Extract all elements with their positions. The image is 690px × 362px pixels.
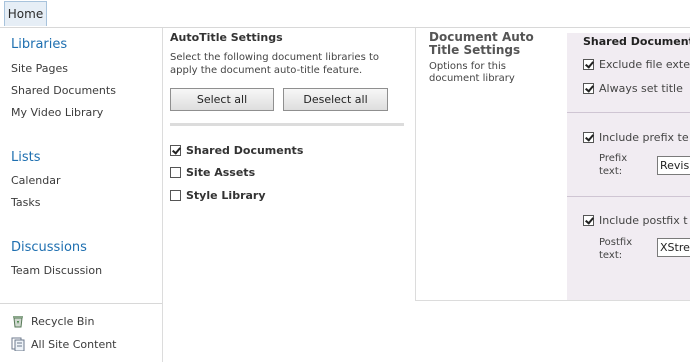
recycle-bin-icon [13, 316, 23, 328]
label-site-assets: Site Assets [186, 166, 256, 179]
autotitle-title: AutoTitle Settings [170, 31, 283, 44]
nav-heading-discussions[interactable]: Discussions [11, 240, 87, 255]
checkbox-shared-documents[interactable] [170, 145, 181, 156]
label-shared-documents: Shared Documents [186, 144, 304, 157]
nav-item-shared-documents[interactable]: Shared Documents [11, 84, 116, 97]
prefix-text-label: Prefix text: [599, 153, 628, 177]
nav-item-tasks[interactable]: Tasks [11, 196, 40, 209]
doc-auto-title-heading: Document Auto Title Settings [429, 30, 534, 57]
horizontal-divider [415, 300, 690, 301]
left-navigation: Libraries Site Pages Shared Documents My… [0, 28, 163, 362]
select-all-button[interactable]: Select all [170, 88, 274, 111]
checkbox-style-library[interactable] [170, 190, 181, 201]
panel-divider [567, 112, 690, 113]
checkbox-site-assets[interactable] [170, 167, 181, 178]
panel-divider [567, 196, 690, 197]
checkbox-include-prefix[interactable] [583, 132, 594, 143]
section-divider [170, 123, 404, 126]
panel-title: Shared Documents [583, 35, 690, 48]
checkbox-exclude-extension[interactable] [583, 59, 594, 70]
library-settings-panel: Shared Documents Exclude file exte Alway… [567, 33, 690, 300]
label-always-set-title: Always set title [599, 82, 683, 95]
vertical-divider [415, 28, 416, 300]
top-ribbon: Home [0, 0, 690, 28]
nav-heading-libraries[interactable]: Libraries [11, 37, 67, 52]
checkbox-always-set-title[interactable] [583, 83, 594, 94]
nav-item-site-pages[interactable]: Site Pages [11, 62, 68, 75]
postfix-text-label: Postfix text: [599, 237, 633, 261]
nav-heading-lists[interactable]: Lists [11, 150, 41, 165]
nav-item-calendar[interactable]: Calendar [11, 174, 60, 187]
label-style-library: Style Library [186, 189, 266, 202]
label-include-prefix: Include prefix te [599, 131, 689, 144]
checkbox-include-postfix[interactable] [583, 215, 594, 226]
prefix-text-input[interactable]: Revis [657, 156, 690, 175]
all-site-content-icon [11, 337, 25, 351]
home-tab[interactable]: Home [4, 1, 47, 26]
all-site-content-link[interactable]: All Site Content [31, 338, 117, 351]
nav-divider [0, 303, 162, 304]
postfix-text-input[interactable]: XStre [657, 238, 690, 257]
doc-auto-title-description: Options for this document library [429, 61, 515, 84]
recycle-bin-link[interactable]: Recycle Bin [31, 315, 94, 328]
label-include-postfix: Include postfix t [599, 214, 688, 227]
nav-item-team-discussion[interactable]: Team Discussion [11, 264, 102, 277]
nav-item-my-video-library[interactable]: My Video Library [11, 106, 103, 119]
deselect-all-button[interactable]: Deselect all [283, 88, 388, 111]
label-exclude-extension: Exclude file exte [599, 58, 690, 71]
autotitle-description: Select the following document libraries … [170, 52, 379, 76]
